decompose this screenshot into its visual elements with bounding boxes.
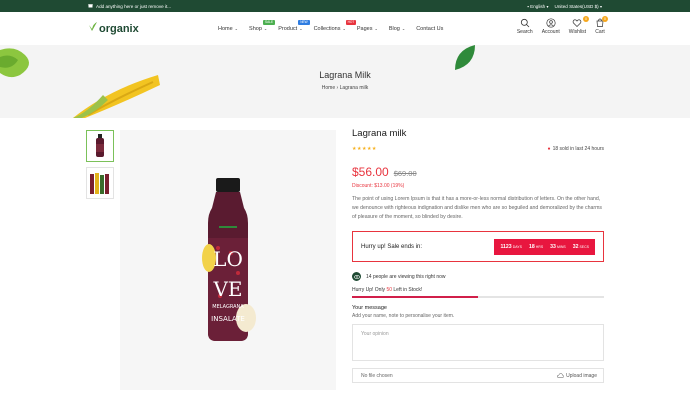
- chevron-down-icon: ⌄: [234, 26, 239, 31]
- language-selector[interactable]: ▪ English ▾: [527, 4, 548, 9]
- timer-days: 1123DAYS: [500, 243, 522, 250]
- cloud-upload-icon: [557, 373, 565, 378]
- lettuce-decoration: [0, 48, 29, 78]
- bottle-brand: MELAGRANA: [212, 304, 244, 310]
- chevron-down-icon: ⌄: [374, 26, 378, 31]
- sale-countdown: Hurry up! Sale ends in: 1123DAYS 18HRS 3…: [352, 231, 604, 262]
- sale-label: Hurry up! Sale ends in:: [361, 243, 423, 250]
- leaf-decoration: [455, 45, 475, 70]
- account-button[interactable]: Account: [542, 18, 560, 35]
- stock-progress-fill: [352, 296, 478, 298]
- opinion-textarea[interactable]: Your opinion: [352, 324, 604, 361]
- chevron-down-icon: ⌄: [263, 26, 268, 31]
- logo[interactable]: organix: [88, 21, 218, 36]
- breadcrumb-home[interactable]: Home: [322, 85, 335, 91]
- eye-icon: [352, 272, 361, 281]
- product-thumbnail[interactable]: [86, 167, 114, 199]
- cart-button[interactable]: 0 Cart: [595, 16, 608, 35]
- stock-notice: Hurry Up! Only 50 Left in Stock!: [352, 287, 423, 293]
- upload-image-button[interactable]: Upload image: [557, 373, 597, 379]
- user-icon: [546, 18, 556, 28]
- bottle-label-mid: VE: [212, 277, 242, 301]
- nav-contact-us[interactable]: Contact Us: [416, 26, 443, 32]
- message-subtext: Add your name, note to personalise your …: [352, 313, 455, 319]
- wishlist-count: 0: [583, 16, 589, 22]
- nav-blog[interactable]: Blog ⌄: [389, 26, 405, 32]
- new-badge: NEW: [298, 19, 310, 25]
- nav-product[interactable]: NEW Product ⌄: [278, 19, 310, 32]
- viewing-notice: 14 people are viewing this right now: [352, 272, 604, 281]
- product-info: Lagrana milk ★★★★★ ● 18 sold in last 24 h…: [352, 128, 604, 383]
- rating-stars[interactable]: ★★★★★: [352, 146, 377, 152]
- timer-hours: 18HRS: [528, 243, 544, 250]
- countdown-timer: 1123DAYS 18HRS 33MINS 32SECS: [494, 238, 595, 255]
- chevron-down-icon: ⌄: [299, 26, 303, 31]
- timer-mins: 33MINS: [550, 243, 566, 250]
- search-icon: [520, 18, 530, 28]
- cart-count: 0: [602, 16, 608, 22]
- chevron-down-icon: ⌄: [401, 26, 406, 31]
- product-title: Lagrana milk: [352, 128, 407, 139]
- timer-secs: 32SECS: [572, 243, 589, 250]
- discount-text: Discount: $13.00 (19%): [352, 183, 405, 189]
- gift-icon: [88, 3, 93, 9]
- product-thumbnail[interactable]: [86, 130, 114, 162]
- current-price: $56.00: [352, 165, 389, 179]
- stock-progress-bar: [352, 296, 604, 298]
- heart-icon: [573, 19, 582, 27]
- message-heading: Your message: [352, 305, 387, 311]
- wishlist-button[interactable]: 0 Wishlist: [569, 16, 589, 35]
- logo-text: organix: [99, 22, 139, 35]
- breadcrumb-current: Lagrana milk: [339, 85, 369, 91]
- chevron-down-icon: ⌄: [342, 26, 346, 31]
- chevron-down-icon: ▾: [546, 3, 549, 9]
- original-price: $69.00: [393, 169, 417, 178]
- page-banner: Lagrana Milk Home › Lagrana milk: [0, 45, 690, 118]
- product-section: LO VE MELAGRANA INSALATE Lagrana milk ★★…: [0, 118, 690, 400]
- nav-pages[interactable]: Pages ⌄: [357, 26, 378, 32]
- site-header: organix Home ⌄ SALE Shop ⌄ NEW Product ⌄ HOT C…: [0, 12, 690, 45]
- header-actions: Search Account 0 Wishlist 0 Cart: [517, 16, 608, 35]
- product-bottle-image: LO VE MELAGRANA INSALATE: [202, 177, 256, 341]
- top-announcement-bar: Add anything here or just remove it... ▪…: [0, 0, 690, 12]
- breadcrumb-separator: ›: [336, 85, 339, 91]
- sold-count: ● 18 sold in last 24 hours: [547, 146, 604, 152]
- hot-badge: HOT: [345, 19, 357, 25]
- announcement-text: Add anything here or just remove it...: [96, 3, 172, 9]
- chevron-down-icon: ▾: [599, 3, 602, 9]
- nav-home[interactable]: Home ⌄: [218, 26, 238, 32]
- flag-icon: ▪: [527, 3, 529, 9]
- sale-badge: SALE: [263, 19, 276, 25]
- currency-selector[interactable]: United States(USD $) ▾: [555, 4, 602, 9]
- product-description: The point of using Lorem Ipsum is that i…: [352, 196, 603, 220]
- leaf-logo-icon: [88, 21, 98, 36]
- file-upload-field[interactable]: No file chosen Upload image: [352, 368, 604, 383]
- search-button[interactable]: Search: [517, 18, 533, 35]
- fire-icon: ●: [547, 146, 551, 152]
- bottle-word: INSALATE: [211, 315, 245, 323]
- nav-collections[interactable]: HOT Collections ⌄: [314, 19, 357, 32]
- product-main-image[interactable]: LO VE MELAGRANA INSALATE: [120, 130, 336, 390]
- bottle-label-top: LO: [213, 247, 243, 271]
- file-status: No file chosen: [361, 372, 393, 379]
- corn-decoration: [73, 75, 160, 118]
- main-nav: Home ⌄ SALE Shop ⌄ NEW Product ⌄ HOT Collectio…: [218, 19, 443, 32]
- nav-shop[interactable]: SALE Shop ⌄: [249, 19, 276, 32]
